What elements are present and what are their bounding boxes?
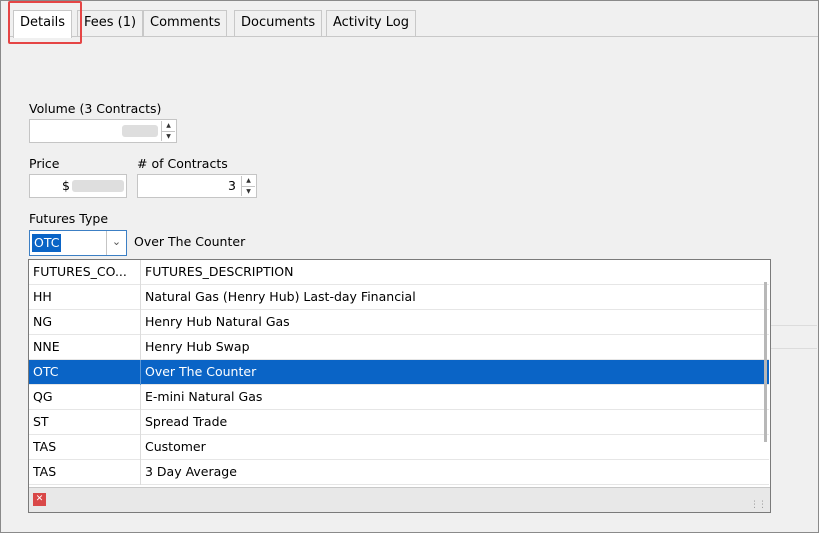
item-description: Customer	[145, 439, 206, 454]
list-item-selected[interactable]: OTC Over The Counter	[29, 360, 769, 385]
tab-fees[interactable]: Fees (1)	[77, 10, 144, 36]
list-item[interactable]: HH Natural Gas (Henry Hub) Last-day Fina…	[29, 285, 769, 310]
item-code: QG	[33, 389, 53, 404]
tab-label: Activity Log	[333, 15, 409, 30]
divider	[771, 325, 817, 349]
dropdown-header: FUTURES_CO... FUTURES_DESCRIPTION	[29, 260, 769, 285]
item-code: NG	[33, 314, 53, 329]
column-separator	[140, 385, 141, 410]
tab-label: Documents	[241, 15, 316, 30]
volume-spinner[interactable]: ▲ ▼	[161, 121, 175, 141]
chevron-down-icon[interactable]: ⌄	[106, 231, 126, 255]
list-item[interactable]: TAS 3 Day Average	[29, 460, 769, 485]
close-icon[interactable]: ✕	[33, 493, 46, 506]
column-separator[interactable]	[140, 260, 141, 285]
item-code: OTC	[33, 364, 59, 379]
list-item[interactable]: TAS Customer	[29, 435, 769, 460]
column-separator	[140, 335, 141, 360]
item-code: TAS	[33, 439, 57, 454]
spin-up-icon[interactable]: ▲	[242, 176, 255, 186]
volume-field[interactable]: ▲ ▼	[29, 119, 177, 143]
list-item[interactable]: ST Spread Trade	[29, 410, 769, 435]
price-currency: $	[62, 178, 70, 193]
column-separator	[140, 410, 141, 435]
redacted-value	[122, 125, 158, 137]
item-description: 3 Day Average	[145, 464, 237, 479]
active-tab-highlight	[8, 1, 82, 44]
tab-strip: Details Fees (1) Comments Documents Acti…	[9, 9, 818, 38]
futures-type-value: OTC	[32, 234, 62, 252]
item-description: Natural Gas (Henry Hub) Last-day Financi…	[145, 289, 416, 304]
item-code: NNE	[33, 339, 60, 354]
list-item[interactable]: NNE Henry Hub Swap	[29, 335, 769, 360]
column-separator	[140, 285, 141, 310]
contracts-label: # of Contracts	[137, 156, 228, 171]
item-description: E-mini Natural Gas	[145, 389, 263, 404]
spin-down-icon[interactable]: ▼	[242, 186, 255, 196]
volume-label: Volume (3 Contracts)	[29, 101, 162, 116]
tab-activity-log[interactable]: Activity Log	[326, 10, 416, 36]
column-separator	[140, 460, 141, 485]
spin-down-icon[interactable]: ▼	[162, 131, 175, 141]
item-description: Spread Trade	[145, 414, 228, 429]
dropdown-footer: ✕ ⋮⋮	[29, 487, 770, 512]
column-header-code[interactable]: FUTURES_CO...	[33, 260, 137, 284]
list-item[interactable]: NG Henry Hub Natural Gas	[29, 310, 769, 335]
futures-type-dropdown: FUTURES_CO... FUTURES_DESCRIPTION HH Nat…	[28, 259, 771, 513]
item-code: ST	[33, 414, 49, 429]
scrollbar[interactable]	[764, 282, 767, 442]
item-code: TAS	[33, 464, 57, 479]
futures-type-description: Over The Counter	[134, 234, 246, 249]
price-field[interactable]: $	[29, 174, 127, 198]
tab-label: Fees (1)	[84, 15, 137, 30]
column-separator	[140, 435, 141, 460]
item-description: Over The Counter	[145, 364, 257, 379]
column-separator	[140, 360, 141, 385]
details-panel: Details Fees (1) Comments Documents Acti…	[0, 0, 819, 533]
item-description: Henry Hub Swap	[145, 339, 250, 354]
futures-type-label: Futures Type	[29, 211, 109, 226]
list-item[interactable]: QG E-mini Natural Gas	[29, 385, 769, 410]
price-label: Price	[29, 156, 60, 171]
column-header-description[interactable]: FUTURES_DESCRIPTION	[145, 260, 294, 284]
spin-up-icon[interactable]: ▲	[162, 121, 175, 131]
column-separator	[140, 310, 141, 335]
contracts-spinner[interactable]: ▲ ▼	[241, 176, 255, 196]
tab-comments[interactable]: Comments	[143, 10, 228, 36]
resize-grip-icon[interactable]: ⋮⋮	[750, 500, 767, 510]
item-code: HH	[33, 289, 52, 304]
futures-type-combo[interactable]: OTC ⌄	[29, 230, 127, 256]
contracts-value: 3	[228, 178, 236, 193]
tab-label: Comments	[150, 15, 221, 30]
redacted-value	[72, 180, 124, 192]
contracts-field[interactable]: 3 ▲ ▼	[137, 174, 257, 198]
tab-documents[interactable]: Documents	[234, 10, 323, 36]
item-description: Henry Hub Natural Gas	[145, 314, 290, 329]
